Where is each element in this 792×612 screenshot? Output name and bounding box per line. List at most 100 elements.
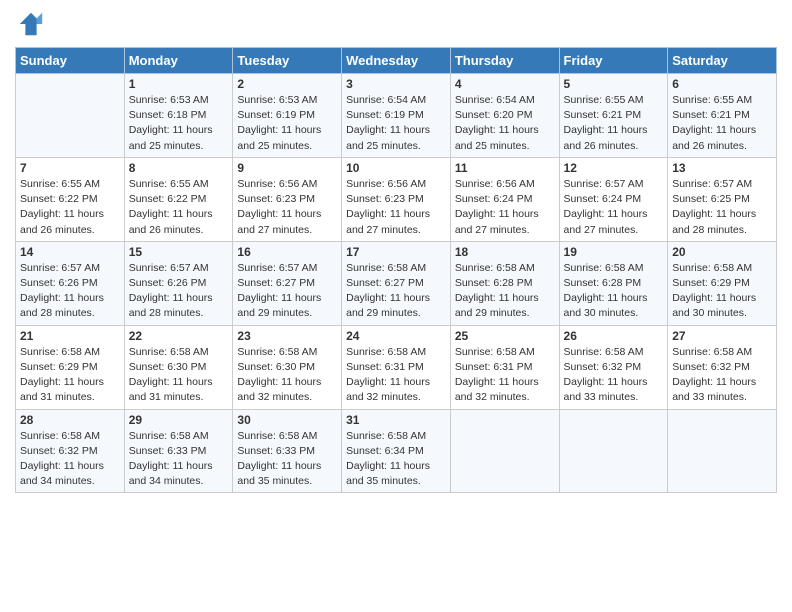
day-number: 19	[564, 245, 664, 259]
calendar-cell: 16 Sunrise: 6:57 AMSunset: 6:27 PMDayligh…	[233, 241, 342, 325]
calendar-header: Sunday Monday Tuesday Wednesday Thursday…	[16, 48, 777, 74]
day-info: Sunrise: 6:58 AMSunset: 6:32 PMDaylight:…	[564, 345, 664, 406]
day-number: 7	[20, 161, 120, 175]
day-info: Sunrise: 6:58 AMSunset: 6:31 PMDaylight:…	[346, 345, 446, 406]
day-info: Sunrise: 6:54 AMSunset: 6:19 PMDaylight:…	[346, 93, 446, 154]
day-number: 25	[455, 329, 555, 343]
calendar-cell: 31 Sunrise: 6:58 AMSunset: 6:34 PMDayligh…	[342, 409, 451, 493]
day-number: 22	[129, 329, 229, 343]
day-info: Sunrise: 6:53 AMSunset: 6:18 PMDaylight:…	[129, 93, 229, 154]
calendar-cell: 23 Sunrise: 6:58 AMSunset: 6:30 PMDayligh…	[233, 325, 342, 409]
page-header	[15, 10, 777, 43]
calendar-cell	[450, 409, 559, 493]
calendar-cell: 3 Sunrise: 6:54 AMSunset: 6:19 PMDaylight…	[342, 74, 451, 158]
calendar-cell: 4Sunrise: 6:54 AMSunset: 6:20 PMDaylight…	[450, 74, 559, 158]
day-number: 28	[20, 413, 120, 427]
day-number: 13	[672, 161, 772, 175]
day-info: Sunrise: 6:57 AMSunset: 6:25 PMDaylight:…	[672, 177, 772, 238]
logo-icon	[17, 10, 45, 38]
week-row: 21 Sunrise: 6:58 AMSunset: 6:29 PMDayligh…	[16, 325, 777, 409]
day-info: Sunrise: 6:58 AMSunset: 6:28 PMDaylight:…	[564, 261, 664, 322]
day-info: Sunrise: 6:58 AMSunset: 6:27 PMDaylight:…	[346, 261, 446, 322]
day-info: Sunrise: 6:57 AMSunset: 6:27 PMDaylight:…	[237, 261, 337, 322]
day-number: 18	[455, 245, 555, 259]
day-number: 5	[564, 77, 664, 91]
logo	[15, 10, 47, 43]
day-number: 20	[672, 245, 772, 259]
calendar-cell: 26Sunrise: 6:58 AMSunset: 6:32 PMDayligh…	[559, 325, 668, 409]
day-number: 29	[129, 413, 229, 427]
calendar-cell: 14 Sunrise: 6:57 AMSunset: 6:26 PMDayligh…	[16, 241, 125, 325]
calendar-cell: 20Sunrise: 6:58 AMSunset: 6:29 PMDayligh…	[668, 241, 777, 325]
day-number: 3	[346, 77, 446, 91]
calendar-cell: 18 Sunrise: 6:58 AMSunset: 6:28 PMDayligh…	[450, 241, 559, 325]
calendar-cell: 12Sunrise: 6:57 AMSunset: 6:24 PMDayligh…	[559, 157, 668, 241]
calendar-cell: 9 Sunrise: 6:56 AMSunset: 6:23 PMDaylight…	[233, 157, 342, 241]
calendar-cell: 29 Sunrise: 6:58 AMSunset: 6:33 PMDayligh…	[124, 409, 233, 493]
day-info: Sunrise: 6:58 AMSunset: 6:30 PMDaylight:…	[237, 345, 337, 406]
col-sunday: Sunday	[16, 48, 125, 74]
day-number: 15	[129, 245, 229, 259]
day-number: 2	[237, 77, 337, 91]
day-info: Sunrise: 6:56 AMSunset: 6:23 PMDaylight:…	[237, 177, 337, 238]
calendar-cell: 13 Sunrise: 6:57 AMSunset: 6:25 PMDayligh…	[668, 157, 777, 241]
day-info: Sunrise: 6:58 AMSunset: 6:32 PMDaylight:…	[672, 345, 772, 406]
day-number: 9	[237, 161, 337, 175]
col-wednesday: Wednesday	[342, 48, 451, 74]
calendar-cell: 17Sunrise: 6:58 AMSunset: 6:27 PMDayligh…	[342, 241, 451, 325]
day-info: Sunrise: 6:56 AMSunset: 6:23 PMDaylight:…	[346, 177, 446, 238]
day-info: Sunrise: 6:55 AMSunset: 6:22 PMDaylight:…	[20, 177, 120, 238]
calendar-cell: 27Sunrise: 6:58 AMSunset: 6:32 PMDayligh…	[668, 325, 777, 409]
day-info: Sunrise: 6:57 AMSunset: 6:26 PMDaylight:…	[20, 261, 120, 322]
day-number: 21	[20, 329, 120, 343]
day-info: Sunrise: 6:58 AMSunset: 6:33 PMDaylight:…	[129, 429, 229, 490]
header-row: Sunday Monday Tuesday Wednesday Thursday…	[16, 48, 777, 74]
calendar-cell: 21 Sunrise: 6:58 AMSunset: 6:29 PMDayligh…	[16, 325, 125, 409]
calendar-cell: 22Sunrise: 6:58 AMSunset: 6:30 PMDayligh…	[124, 325, 233, 409]
day-number: 14	[20, 245, 120, 259]
calendar-cell: 30 Sunrise: 6:58 AMSunset: 6:33 PMDayligh…	[233, 409, 342, 493]
day-number: 6	[672, 77, 772, 91]
day-number: 10	[346, 161, 446, 175]
week-row: 28Sunrise: 6:58 AMSunset: 6:32 PMDayligh…	[16, 409, 777, 493]
day-info: Sunrise: 6:56 AMSunset: 6:24 PMDaylight:…	[455, 177, 555, 238]
day-number: 24	[346, 329, 446, 343]
day-info: Sunrise: 6:58 AMSunset: 6:28 PMDaylight:…	[455, 261, 555, 322]
calendar-cell	[559, 409, 668, 493]
day-info: Sunrise: 6:57 AMSunset: 6:24 PMDaylight:…	[564, 177, 664, 238]
day-number: 4	[455, 77, 555, 91]
calendar-body: 1Sunrise: 6:53 AMSunset: 6:18 PMDaylight…	[16, 74, 777, 493]
week-row: 14 Sunrise: 6:57 AMSunset: 6:26 PMDayligh…	[16, 241, 777, 325]
calendar-table: Sunday Monday Tuesday Wednesday Thursday…	[15, 47, 777, 493]
day-info: Sunrise: 6:55 AMSunset: 6:21 PMDaylight:…	[564, 93, 664, 154]
calendar-cell: 24 Sunrise: 6:58 AMSunset: 6:31 PMDayligh…	[342, 325, 451, 409]
col-tuesday: Tuesday	[233, 48, 342, 74]
day-number: 23	[237, 329, 337, 343]
calendar-cell: 25 Sunrise: 6:58 AMSunset: 6:31 PMDayligh…	[450, 325, 559, 409]
day-number: 16	[237, 245, 337, 259]
day-number: 30	[237, 413, 337, 427]
calendar-cell: 7 Sunrise: 6:55 AMSunset: 6:22 PMDaylight…	[16, 157, 125, 241]
calendar-cell	[668, 409, 777, 493]
day-info: Sunrise: 6:58 AMSunset: 6:33 PMDaylight:…	[237, 429, 337, 490]
col-monday: Monday	[124, 48, 233, 74]
calendar-cell: 5 Sunrise: 6:55 AMSunset: 6:21 PMDaylight…	[559, 74, 668, 158]
calendar-cell: 10 Sunrise: 6:56 AMSunset: 6:23 PMDayligh…	[342, 157, 451, 241]
day-info: Sunrise: 6:58 AMSunset: 6:34 PMDaylight:…	[346, 429, 446, 490]
calendar-cell: 11 Sunrise: 6:56 AMSunset: 6:24 PMDayligh…	[450, 157, 559, 241]
day-number: 8	[129, 161, 229, 175]
day-info: Sunrise: 6:58 AMSunset: 6:29 PMDaylight:…	[20, 345, 120, 406]
day-info: Sunrise: 6:58 AMSunset: 6:31 PMDaylight:…	[455, 345, 555, 406]
day-number: 11	[455, 161, 555, 175]
day-info: Sunrise: 6:57 AMSunset: 6:26 PMDaylight:…	[129, 261, 229, 322]
col-friday: Friday	[559, 48, 668, 74]
calendar-cell: 6 Sunrise: 6:55 AMSunset: 6:21 PMDaylight…	[668, 74, 777, 158]
calendar-cell: 2Sunrise: 6:53 AMSunset: 6:19 PMDaylight…	[233, 74, 342, 158]
calendar-cell: 1Sunrise: 6:53 AMSunset: 6:18 PMDaylight…	[124, 74, 233, 158]
day-number: 31	[346, 413, 446, 427]
col-saturday: Saturday	[668, 48, 777, 74]
calendar-cell: 19 Sunrise: 6:58 AMSunset: 6:28 PMDayligh…	[559, 241, 668, 325]
calendar-cell: 8Sunrise: 6:55 AMSunset: 6:22 PMDaylight…	[124, 157, 233, 241]
calendar-cell	[16, 74, 125, 158]
day-info: Sunrise: 6:55 AMSunset: 6:21 PMDaylight:…	[672, 93, 772, 154]
